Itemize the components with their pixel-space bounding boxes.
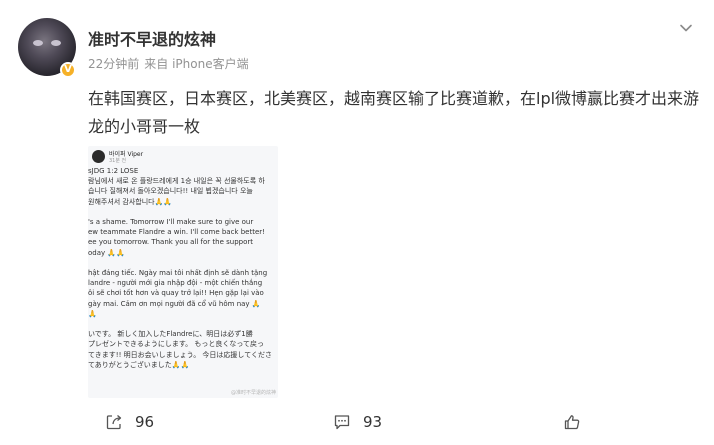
- post-meta: 22分钟前 来自 iPhone客户端: [88, 55, 249, 72]
- image-text-line: ôi sẽ chơi tốt hơn và quay trở lại!! Hẹn…: [88, 289, 264, 298]
- verified-badge-icon: V: [60, 62, 76, 78]
- share-button[interactable]: 96: [105, 412, 154, 432]
- image-text-line: 🙏: [88, 309, 97, 318]
- post-time[interactable]: 22分钟前: [88, 57, 139, 71]
- thumbs-up-icon: [564, 415, 580, 430]
- like-button[interactable]: [563, 412, 593, 432]
- image-text-line: 람님에서 새로 온 플랑드레에게 1승 내일은 꼭 선물하도록 하: [88, 177, 265, 186]
- image-text-line: gày mai. Cảm ơn mọi người đã cổ vũ hôm n…: [88, 299, 261, 308]
- image-text-line: てありがとうございました🙏🙏: [88, 360, 190, 369]
- image-text-line: 원해주셔서 감사합니다🙏🙏: [88, 197, 173, 206]
- comment-count: 93: [363, 413, 383, 431]
- share-icon: [106, 415, 122, 430]
- action-bar: 96 93: [0, 404, 714, 440]
- comment-button[interactable]: 93: [333, 412, 382, 432]
- image-watermark: @准时不早退的炫神: [230, 390, 276, 396]
- image-text-line: ew teammate Flandre a win. I'll come bac…: [88, 228, 265, 237]
- image-text-line: 's a shame. Tomorrow I'll make sure to g…: [88, 218, 254, 227]
- avatar-eye-left: [33, 40, 43, 46]
- image-text-line: [88, 207, 274, 217]
- comment-icon: [334, 415, 350, 430]
- screenshot-content: 바이퍼 Viper 31분 전 sJDG 1:2 LOSE 람님에서 새로 온 플…: [88, 146, 278, 398]
- post-source: 来自 iPhone客户端: [144, 57, 249, 71]
- image-text-line: ee you tomorrow. Thank you all for the s…: [88, 238, 253, 247]
- username[interactable]: 准时不早退的炫神: [88, 26, 216, 50]
- avatar-eye-right: [51, 40, 61, 46]
- image-post-text: sJDG 1:2 LOSE 람님에서 새로 온 플랑드레에게 1승 내일은 꼭 선…: [88, 166, 274, 370]
- post-text: 在韩国赛区，日本赛区，北美赛区，越南赛区输了比赛道歉，在lpl微博赢比赛才出来游…: [88, 89, 700, 136]
- image-post-time: 31분 전: [109, 158, 127, 164]
- image-text-line: プレゼントできるようにします。 もっと良くなって戻っ: [88, 340, 265, 349]
- image-text-line: hật đáng tiếc. Ngày mai tôi nhất định sẽ…: [88, 269, 268, 278]
- image-text-line: てきます!! 明日お会いしましょう。 今日は応援してくださ: [88, 350, 273, 359]
- image-text-line: いです。 新しく加入したFlandreに、明日は必ず1勝: [88, 330, 253, 339]
- share-count: 96: [135, 413, 155, 431]
- image-text-line: 습니다 질해져서 돌아오겠습니다!! 내일 뵙겠습니다 오늘: [88, 187, 253, 196]
- image-text-line: sJDG 1:2 LOSE: [88, 167, 139, 175]
- image-text-line: landre - người mới gia nhập đội - một ch…: [88, 279, 263, 288]
- post-image[interactable]: 바이퍼 Viper 31분 전 sJDG 1:2 LOSE 람님에서 새로 온 플…: [88, 146, 278, 398]
- image-text-line: [88, 319, 274, 329]
- image-text-line: [88, 258, 274, 268]
- chevron-down-icon[interactable]: [678, 20, 694, 36]
- image-text-line: oday 🙏🙏: [88, 248, 125, 257]
- image-author-avatar: [92, 150, 105, 163]
